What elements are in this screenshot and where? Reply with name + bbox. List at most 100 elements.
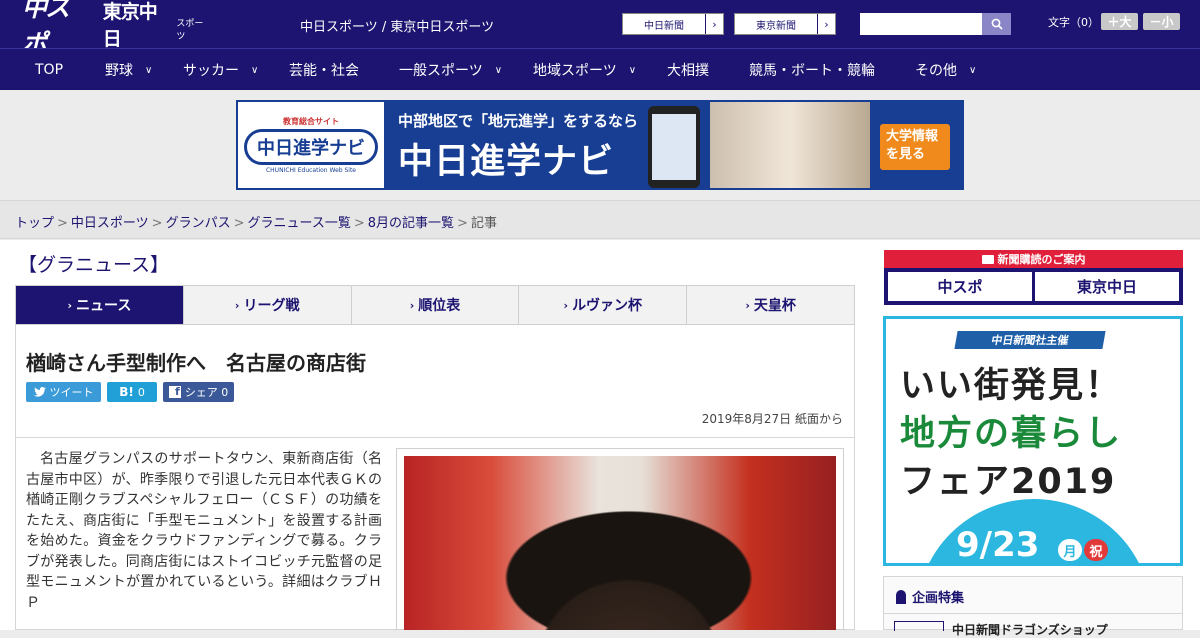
- chevron-down-icon: ∨: [969, 64, 977, 76]
- chevron-down-icon: ∨: [494, 64, 503, 76]
- tokyo-shimbun-link[interactable]: 東京新聞 ›: [734, 13, 836, 35]
- feature-box: 企画特集 中日新聞ドラゴンズショップ: [883, 576, 1183, 637]
- facebook-icon: f: [168, 385, 181, 398]
- logo-sports-small: スポーツ: [176, 19, 204, 42]
- nav-item-sumo[interactable]: 大相撲: [667, 49, 709, 91]
- subscribe-tokyo-chunichi[interactable]: 東京中日: [1035, 272, 1179, 301]
- font-smaller-button[interactable]: －小: [1143, 13, 1180, 30]
- facebook-share-button[interactable]: f シェア 0: [163, 382, 234, 402]
- nav-item-other[interactable]: その他 ∨: [915, 49, 976, 91]
- nav-label: 地域スポーツ: [533, 63, 617, 79]
- nav-label: 大相撲: [667, 63, 709, 79]
- article-date: 2019年8月27日 紙面から: [701, 412, 843, 426]
- nav-label: TOP: [35, 62, 64, 78]
- nav-label: 野球: [105, 63, 133, 79]
- ad-line2: 地方の暮らし: [900, 414, 1123, 454]
- top-header: 中スポ 東京中日 スポーツ 中日スポーツ / 東京中日スポーツ 中日新聞 › 東…: [0, 0, 1200, 58]
- caret-right-icon: ›: [745, 298, 750, 312]
- shingaku-navi-banner[interactable]: 教育総合サイト 中日進学ナビ CHUNICHI Education Web Si…: [236, 100, 964, 190]
- nav-label: 競馬・ボート・競輪: [749, 63, 875, 79]
- tab-standings[interactable]: › 順位表: [352, 286, 520, 324]
- tweet-button[interactable]: ツイート: [26, 382, 101, 402]
- ad-holiday: 祝: [1084, 539, 1108, 561]
- breadcrumb-current: 記事: [470, 216, 497, 231]
- ad-day-of-week: 月: [1058, 539, 1082, 561]
- breadcrumb-separator: >: [353, 216, 365, 231]
- tab-label: リーグ戦: [243, 298, 300, 314]
- ad-area: 教育総合サイト 中日進学ナビ CHUNICHI Education Web Si…: [0, 90, 1200, 200]
- breadcrumb-chunichi-sports[interactable]: 中日スポーツ: [71, 216, 149, 231]
- nav-item-racing[interactable]: 競馬・ボート・競輪: [749, 49, 875, 91]
- banner-badge-en: CHUNICHI Education Web Site: [265, 167, 356, 174]
- breadcrumb-top[interactable]: トップ: [15, 216, 54, 231]
- nav-item-soccer[interactable]: サッカー ∨: [183, 49, 258, 91]
- subscription-header-label: 新聞購読のご案内: [997, 253, 1086, 266]
- chevron-down-icon: ∨: [145, 64, 153, 76]
- phone-image: [648, 106, 700, 188]
- nav-item-general-sports[interactable]: 一般スポーツ ∨: [399, 49, 502, 91]
- site-logo[interactable]: 中スポ 東京中日 スポーツ: [22, 0, 212, 58]
- font-size-label: 文字（0）: [1048, 16, 1099, 29]
- main-nav: TOP 野球 ∨ サッカー ∨ 芸能・社会 一般スポーツ ∨ 地域スポーツ ∨ 大相撲 …: [0, 48, 1200, 90]
- banner-badge: 教育総合サイト 中日進学ナビ CHUNICHI Education Web Si…: [238, 102, 384, 188]
- ad-line1: いい街発見！: [900, 366, 1123, 406]
- subscription-box[interactable]: 新聞購読のご案内 中スポ 東京中日: [884, 250, 1183, 305]
- chevron-right-icon: ›: [705, 14, 723, 34]
- font-bigger-button[interactable]: ＋大: [1101, 13, 1138, 30]
- nav-item-baseball[interactable]: 野球 ∨: [105, 49, 152, 91]
- breadcrumb-grampus[interactable]: グランパス: [166, 216, 231, 231]
- banner-badge-main: 中日進学ナビ: [244, 129, 378, 165]
- nav-label: その他: [915, 63, 957, 79]
- banner-badge-small: 教育総合サイト: [283, 117, 339, 126]
- tab-news[interactable]: › ニュース: [16, 286, 184, 324]
- caret-right-icon: ›: [563, 298, 569, 312]
- ad-line3: フェア2019: [900, 462, 1117, 502]
- tab-levain-cup[interactable]: › ルヴァン杯: [519, 286, 688, 324]
- chunichi-shimbun-link[interactable]: 中日新聞 ›: [622, 13, 724, 35]
- ad-organizer-tag: 中日新聞社主催: [954, 331, 1106, 349]
- tab-label: 順位表: [418, 298, 461, 314]
- breadcrumb-gura-news-list[interactable]: グラニュース一覧: [248, 216, 351, 231]
- tokyo-shimbun-label: 東京新聞: [756, 20, 796, 32]
- nav-item-entertainment[interactable]: 芸能・社会: [289, 49, 359, 91]
- caret-right-icon: ›: [234, 298, 240, 312]
- breadcrumb-separator: >: [457, 216, 468, 231]
- tab-league[interactable]: › リーグ戦: [184, 286, 352, 324]
- article-body: 名古屋グランパスのサポートタウン、東新商店街（名古屋市中区）が、昨季限りで引退し…: [26, 451, 382, 611]
- breadcrumb-separator: >: [57, 216, 68, 231]
- section-title: 【グラニュース】: [18, 254, 170, 276]
- banner-line1: 中部地区で「地元進学」をするなら: [398, 112, 639, 130]
- divider: [15, 437, 855, 438]
- subscribe-chuspo[interactable]: 中スポ: [888, 272, 1032, 301]
- nav-label: 一般スポーツ: [399, 63, 483, 79]
- breadcrumb-august-list[interactable]: 8月の記事一覧: [368, 216, 454, 231]
- banner-text: 中部地区で「地元進学」をするなら 中日進学ナビ: [398, 110, 638, 184]
- news-tabs: › ニュース › リーグ戦 › 順位表 › ルヴァン杯 › 天皇杯: [15, 285, 855, 325]
- fair-2019-ad[interactable]: 中日新聞社主催 いい街発見！ 地方の暮らし フェア2019 9/23 月 祝: [883, 316, 1183, 566]
- tab-label: ルヴァン杯: [572, 298, 643, 314]
- chevron-right-icon: ›: [817, 14, 835, 34]
- search-input[interactable]: [860, 13, 982, 35]
- tab-label: 天皇杯: [753, 298, 796, 314]
- chevron-down-icon: ∨: [251, 64, 259, 76]
- search-button[interactable]: [982, 13, 1011, 35]
- banner-cta: 大学情報を見る: [880, 124, 950, 170]
- tab-label: ニュース: [76, 298, 132, 314]
- divider: [884, 613, 1182, 614]
- breadcrumb: トップ > 中日スポーツ > グランパス > グラニュース一覧 >8月の記事一覧 > 記事: [15, 212, 497, 231]
- ribbon-icon: [896, 589, 906, 604]
- site-names: 中日スポーツ / 東京中日スポーツ: [300, 20, 495, 35]
- facebook-share-label: シェア 0: [184, 386, 229, 399]
- logo-tokyo-chunichi: 東京中日: [102, 1, 158, 50]
- article-photo[interactable]: [404, 456, 836, 630]
- breadcrumb-separator: >: [151, 216, 163, 231]
- nav-item-local-sports[interactable]: 地域スポーツ ∨: [533, 49, 636, 91]
- hatena-count: 0: [137, 385, 145, 399]
- hatena-bookmark-button[interactable]: B! 0: [107, 382, 157, 402]
- subscription-header: 新聞購読のご案内: [884, 250, 1183, 268]
- twitter-icon: [33, 387, 46, 397]
- nav-item-top[interactable]: TOP: [35, 49, 63, 91]
- chevron-down-icon: ∨: [628, 64, 637, 76]
- breadcrumb-bar: トップ > 中日スポーツ > グランパス > グラニュース一覧 >8月の記事一覧 > 記事: [0, 200, 1200, 239]
- tab-emperors-cup[interactable]: › 天皇杯: [687, 286, 854, 324]
